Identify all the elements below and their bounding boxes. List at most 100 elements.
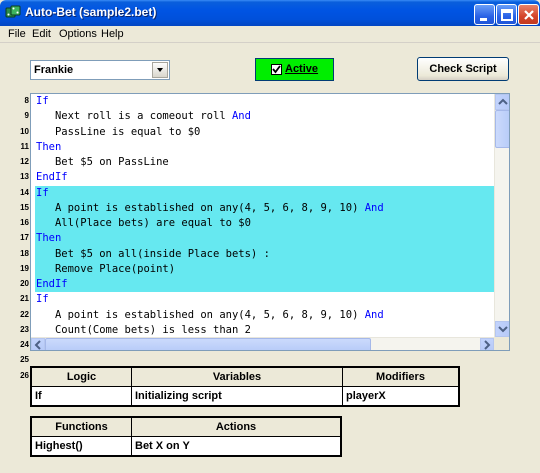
close-icon: [524, 10, 534, 20]
cell-actions[interactable]: Bet X on Y: [131, 436, 341, 456]
script-line[interactable]: EndIf: [35, 170, 494, 185]
chevron-left-icon: [34, 340, 41, 350]
code-text: All(Place bets) are equal to $0: [36, 217, 251, 229]
functions-actions-grid: Functions Actions Highest() Bet X on Y: [30, 416, 342, 457]
header-logic[interactable]: Logic: [31, 367, 132, 387]
horizontal-scroll-thumb[interactable]: [45, 338, 371, 350]
vertical-scroll-thumb[interactable]: [495, 110, 509, 148]
line-number: 12: [20, 157, 29, 166]
scroll-down-button[interactable]: [495, 321, 509, 337]
line-number: 23: [20, 324, 29, 334]
cell-logic[interactable]: If: [31, 386, 132, 406]
line-number: 17: [20, 233, 29, 243]
keyword-token: And: [231, 110, 251, 123]
cell-variables[interactable]: Initializing script: [131, 386, 343, 406]
script-line[interactable]: Count(Come bets) is less than 2: [35, 323, 494, 337]
script-line[interactable]: Remove Place(point): [35, 261, 494, 277]
code-text: Bet $5 on PassLine: [36, 156, 169, 168]
menu-help[interactable]: Help: [101, 28, 124, 40]
script-line[interactable]: Next roll is a comeout roll And: [35, 109, 494, 124]
line-number: 8: [24, 96, 29, 105]
window-title: Auto-Bet (sample2.bet): [25, 5, 157, 19]
line-number-gutter: 8 9 10 11 12 13 14 15 16 17 18 19 20 21 22 23 24 25 26: [2, 93, 29, 383]
code-text: A point is established on any(4, 5, 6, 8…: [36, 308, 365, 321]
checkmark-icon: [272, 65, 281, 74]
script-line[interactable]: If: [35, 292, 494, 307]
vertical-scrollbar[interactable]: [494, 94, 509, 337]
menu-options[interactable]: Options: [59, 28, 97, 40]
line-number: 22: [20, 309, 29, 319]
script-line[interactable]: EndIf: [35, 277, 494, 293]
script-line[interactable]: If: [35, 94, 494, 109]
line-number: 14: [20, 187, 29, 197]
menu-edit[interactable]: Edit: [32, 28, 51, 40]
dropdown-arrow-button[interactable]: [152, 62, 168, 78]
keyword-token: And: [364, 308, 384, 321]
line-number: 19: [20, 263, 29, 273]
chevron-down-icon: [157, 68, 163, 72]
player-select-value: Frankie: [34, 64, 74, 76]
header-modifiers[interactable]: Modifiers: [342, 367, 459, 387]
minimize-button[interactable]: [474, 4, 495, 25]
menu-file[interactable]: File: [8, 28, 26, 40]
script-line[interactable]: PassLine is equal to $0: [35, 125, 494, 140]
code-text: Count(Come bets) is less than 2: [36, 323, 251, 336]
script-line[interactable]: Then: [35, 140, 494, 155]
line-number: 11: [20, 141, 29, 151]
chevron-right-icon: [484, 340, 491, 350]
script-editor[interactable]: If Next roll is a comeout roll And PassL…: [30, 93, 510, 351]
code-text: PassLine is equal to $0: [36, 125, 201, 138]
header-variables[interactable]: Variables: [131, 367, 343, 387]
script-line[interactable]: A point is established on any(4, 5, 6, 8…: [35, 308, 494, 323]
code-text: Remove Place(point): [36, 262, 176, 275]
keyword-token: EndIf: [36, 171, 68, 184]
logic-variables-grid: Logic Variables Modifiers If Initializin…: [30, 366, 460, 407]
line-number: 15: [20, 202, 29, 212]
line-number: 16: [20, 218, 29, 227]
script-line[interactable]: Then: [35, 231, 494, 247]
line-number: 20: [20, 279, 29, 288]
maximize-icon: [501, 9, 513, 21]
player-select[interactable]: Frankie: [30, 60, 170, 80]
maximize-button[interactable]: [496, 4, 517, 25]
horizontal-scrollbar[interactable]: [31, 337, 494, 350]
close-button[interactable]: [518, 4, 539, 25]
check-script-button[interactable]: Check Script: [417, 57, 509, 81]
code-text: A point is established on any(4, 5, 6, 8…: [36, 201, 365, 214]
scroll-up-button[interactable]: [495, 94, 509, 110]
line-number: 26: [20, 370, 29, 380]
scrollbar-corner: [494, 337, 509, 350]
script-lines[interactable]: If Next roll is a comeout roll And PassL…: [35, 94, 494, 337]
menu-bar: File Edit Options Help: [0, 26, 540, 43]
cell-modifiers[interactable]: playerX: [342, 386, 459, 406]
active-checkbox[interactable]: [271, 64, 282, 75]
script-line[interactable]: All(Place bets) are equal to $0: [35, 216, 494, 232]
scroll-right-button[interactable]: [480, 338, 494, 350]
dice-icon: [5, 5, 21, 18]
active-toggle[interactable]: Active: [255, 58, 334, 81]
line-number: 21: [20, 294, 29, 304]
keyword-token: If: [36, 186, 49, 199]
chevron-up-icon: [498, 98, 508, 105]
line-number: 10: [20, 126, 29, 136]
line-number: 18: [20, 248, 29, 258]
line-number: 9: [24, 111, 29, 121]
script-line[interactable]: If: [35, 185, 494, 201]
header-actions[interactable]: Actions: [131, 417, 341, 437]
title-bar[interactable]: Auto-Bet (sample2.bet): [0, 0, 540, 26]
line-number: 25: [20, 355, 29, 365]
keyword-token: Then: [36, 232, 62, 245]
header-functions[interactable]: Functions: [31, 417, 132, 437]
line-number: 13: [20, 172, 29, 182]
keyword-token: EndIf: [36, 278, 68, 290]
cell-functions[interactable]: Highest(): [31, 436, 132, 456]
script-line[interactable]: A point is established on any(4, 5, 6, 8…: [35, 200, 494, 216]
keyword-token: Then: [36, 140, 62, 153]
scroll-left-button[interactable]: [31, 338, 45, 350]
keyword-token: If: [36, 293, 49, 306]
script-line[interactable]: Bet $5 on all(inside Place bets) :: [35, 246, 494, 262]
script-line[interactable]: Bet $5 on PassLine: [35, 155, 494, 170]
code-text: Bet $5 on all(inside Place bets) :: [36, 247, 270, 260]
line-number: 24: [20, 340, 29, 349]
chevron-down-icon: [498, 326, 508, 333]
